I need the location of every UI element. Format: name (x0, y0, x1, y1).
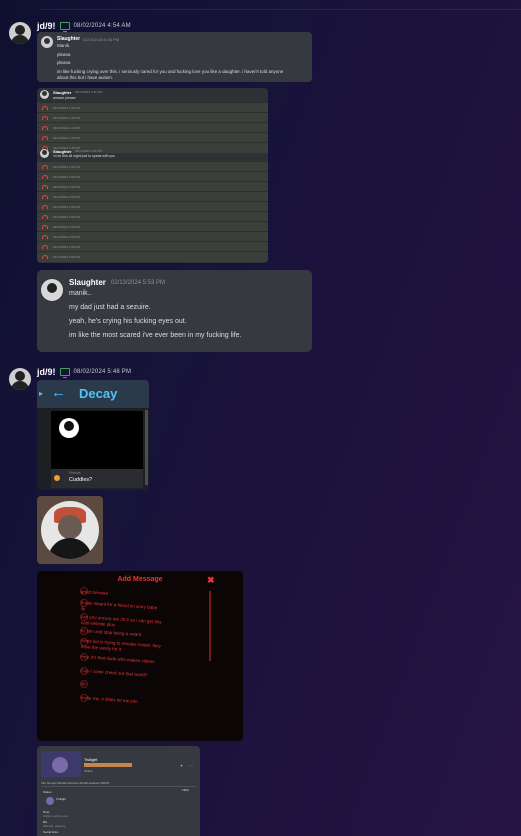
scrollbar (209, 591, 211, 661)
missed-call-icon (42, 126, 48, 130)
missed-call-icon (42, 136, 48, 140)
missed-call-icon (42, 175, 48, 179)
channel-divider (40, 9, 521, 10)
message-option: ily (80, 606, 86, 612)
member-avatar (46, 797, 54, 805)
star-icon: ✦ (180, 763, 184, 768)
missed-call-icon (42, 185, 48, 189)
profile-name: Twilight (84, 757, 98, 762)
quoted-username: Slaughter (57, 36, 81, 42)
log-text: i'd do this all night just to speak with… (53, 154, 116, 158)
friend-name: Cuddles? (69, 477, 93, 483)
missed-call-icon (42, 106, 48, 110)
message-option: Invite me, it dides let me join. (80, 695, 139, 705)
log-text: answer please (53, 96, 76, 100)
username[interactable]: jd/9! (37, 21, 56, 31)
message-option: cool website plus (80, 620, 116, 628)
screenshot-attachment-call-log[interactable]: Slaughter 02/13/2024 4:41 PM answer plea… (37, 88, 268, 263)
missed-call-icon (42, 195, 48, 199)
profile-status: Online (84, 769, 93, 773)
message-option: it was meant for a friend im sorry babe (80, 600, 158, 611)
missed-call-icon (42, 255, 48, 259)
divider (41, 786, 196, 787)
quoted-line: im like fucking crying over this. i seri… (57, 69, 284, 74)
profile-badges (84, 763, 132, 767)
screenshot-attachment-quoted-message[interactable]: Slaughter 02/13/2024 5:36 PM Manik. plea… (37, 32, 312, 82)
missed-call-icon (42, 205, 48, 209)
quoted-line: im like the most scared i've ever been i… (69, 332, 242, 339)
missed-call-icon (42, 165, 48, 169)
log-timestamp: 02/13/2024 4:41 PM (75, 90, 103, 94)
quoted-line: my dad just had a sezuire. (69, 304, 151, 311)
message-option: rip (80, 681, 87, 687)
quoted-line: yeah, he's crying his fucking eyes out. (69, 318, 187, 325)
desktop-status-icon (59, 368, 70, 378)
missed-call-icon (42, 215, 48, 219)
missed-call-icon (42, 245, 48, 249)
member-name: Twilight (56, 797, 67, 801)
quoted-line: please. (57, 52, 72, 57)
screenshot-attachment-decay[interactable]: ▸ ← Decay Friends Cuddles? (37, 380, 149, 490)
screenshot-attachment-profile[interactable]: Twilight Online ✦ ⋯ Info Groups Worlds F… (37, 746, 200, 836)
missed-call-row: 02/13/2024 4:53 PM (37, 251, 268, 262)
quoted-line: Manik. (57, 43, 71, 48)
quoted-avatar (41, 279, 63, 301)
quoted-line: about this but i have autism. (57, 75, 114, 80)
image-attachment-avatar[interactable] (37, 496, 103, 564)
user-avatar[interactable] (9, 368, 31, 390)
missed-call-icon (42, 116, 48, 120)
more-icon: ⋯ (189, 763, 193, 768)
chevron-right-icon: ▸ (39, 389, 44, 398)
quoted-line: manik.. (69, 290, 92, 297)
quoted-timestamp: 02/13/2024 5:53 PM (111, 280, 166, 286)
profile-banner (41, 751, 81, 777)
log-avatar (40, 149, 49, 158)
username[interactable]: jd/9! (37, 367, 56, 377)
log-timestamp: 02/13/2024 4:51 PM (75, 149, 103, 153)
screenshot-attachment-add-message[interactable]: Add Message ✖ greet funnoke it was meant… (37, 571, 243, 741)
bio-text: Wanted: aspiring (43, 824, 66, 828)
quoted-timestamp: 02/13/2024 5:36 PM (83, 37, 120, 42)
missed-call-row: 02/13/2024 4:45 PM (37, 142, 268, 153)
screenshot-attachment-large-message[interactable]: Slaughter 02/13/2024 5:53 PM manik.. my … (37, 270, 312, 352)
message-option: Can I come check out that world? (80, 668, 148, 678)
message-timestamp: 08/02/2024 4:54 AM (73, 23, 131, 29)
decay-title: Decay (79, 386, 118, 401)
quoted-avatar (41, 36, 53, 48)
user-avatar[interactable] (9, 22, 31, 44)
message-header: jd/9! 08/02/2024 4:54 AM (37, 21, 131, 32)
note-hint: Click to add a note (43, 814, 68, 818)
missed-call-icon (42, 235, 48, 239)
missed-call-icon (42, 225, 48, 229)
friend-card: Friends Cuddles? (51, 469, 143, 488)
quoted-line: please. (57, 60, 72, 65)
avatar-picture (41, 501, 99, 559)
links-label: Social links (43, 830, 59, 834)
message-header: jd/9! 08/02/2024 5:48 PM (37, 367, 132, 378)
status-dot (54, 475, 60, 481)
profile-tabs: Info Groups Worlds Favorite Worlds Avata… (41, 781, 110, 785)
friend-avatar (59, 418, 79, 438)
log-username: Slaughter (53, 90, 72, 95)
back-arrow-icon: ← (51, 384, 66, 401)
section-label: Status (43, 790, 52, 794)
log-avatar (40, 90, 49, 99)
message-timestamp: 08/02/2024 5:48 PM (73, 369, 132, 375)
close-icon: ✖ (207, 575, 215, 585)
scrollbar (145, 410, 148, 485)
desktop-status-icon (59, 22, 70, 32)
message-option: ez join and stop being a retard (80, 628, 142, 638)
profile-value: 1984 (182, 788, 189, 792)
quoted-username: Slaughter (69, 278, 106, 287)
friend-label: Friends (69, 471, 81, 475)
message-option: Hey, it's that dude who makes videos (80, 654, 155, 665)
